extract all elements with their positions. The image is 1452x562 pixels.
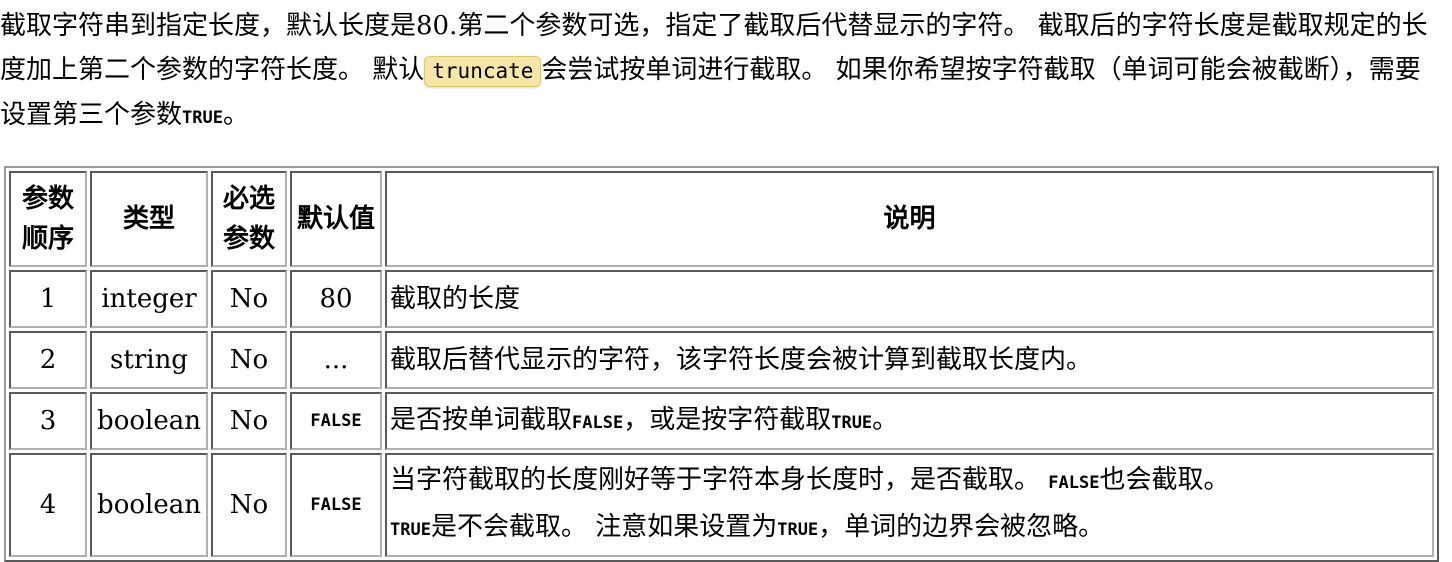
cell-type: integer bbox=[90, 270, 208, 328]
desc-text: 当字符截取的长度刚好等于字符本身长度时，是否截取。 bbox=[390, 465, 1049, 495]
desc-text: 。 bbox=[872, 404, 899, 435]
cell-required: No bbox=[211, 270, 287, 328]
header-default: 默认值 bbox=[290, 171, 382, 267]
cell-order: 3 bbox=[9, 392, 87, 450]
truncate-code: truncate bbox=[424, 56, 542, 87]
header-type: 类型 bbox=[90, 171, 208, 267]
desc-text: 是不会截取。 注意如果设置为 bbox=[430, 512, 778, 542]
true-keyword: TRUE bbox=[182, 108, 223, 128]
desc-text: ，单词的边界会被忽略。 bbox=[818, 512, 1105, 542]
table-row: 4 boolean No FALSE 当字符截取的长度刚好等于字符本身长度时，是… bbox=[9, 453, 1434, 557]
cell-required: No bbox=[211, 331, 287, 389]
intro-paragraph: 截取字符串到指定长度，默认长度是80.第二个参数可选，指定了截取后代替显示的字符… bbox=[0, 4, 1445, 140]
table-header-row: 参数顺序 类型 必选参数 默认值 说明 bbox=[9, 171, 1434, 267]
cell-order: 1 bbox=[9, 270, 87, 328]
cell-default: FALSE bbox=[290, 453, 382, 557]
header-description: 说明 bbox=[385, 171, 1434, 267]
table-row: 2 string No ... 截取后替代显示的字符，该字符长度会被计算到截取长… bbox=[9, 331, 1434, 389]
false-keyword: FALSE bbox=[572, 412, 624, 433]
header-order: 参数顺序 bbox=[9, 171, 87, 267]
cell-default: 80 bbox=[290, 270, 382, 328]
cell-type: string bbox=[90, 331, 208, 389]
cell-default: FALSE bbox=[290, 392, 382, 450]
false-keyword: FALSE bbox=[1048, 473, 1100, 493]
cell-required: No bbox=[211, 453, 287, 557]
table-row: 3 boolean No FALSE 是否按单词截取FALSE，或是按字符截取T… bbox=[9, 392, 1434, 450]
cell-description: 是否按单词截取FALSE，或是按字符截取TRUE。 bbox=[385, 392, 1434, 450]
cell-description: 当字符截取的长度刚好等于字符本身长度时，是否截取。 FALSE也会截取。 TRUE… bbox=[385, 453, 1434, 557]
cell-description: 截取后替代显示的字符，该字符长度会被计算到截取长度内。 bbox=[385, 331, 1434, 389]
cell-required: No bbox=[211, 392, 287, 450]
header-required: 必选参数 bbox=[211, 171, 287, 267]
cell-description: 截取的长度 bbox=[385, 270, 1434, 328]
desc-text: ，或是按字符截取 bbox=[623, 404, 832, 435]
true-keyword: TRUE bbox=[390, 520, 431, 540]
cell-order: 4 bbox=[9, 453, 87, 557]
cell-order: 2 bbox=[9, 331, 87, 389]
params-table: 参数顺序 类型 必选参数 默认值 说明 1 integer No 80 截取的长… bbox=[4, 166, 1439, 562]
page: 截取字符串到指定长度，默认长度是80.第二个参数可选，指定了截取后代替显示的字符… bbox=[0, 0, 1452, 562]
true-keyword: TRUE bbox=[831, 412, 873, 433]
cell-type: boolean bbox=[90, 453, 208, 557]
intro-text-3: 。 bbox=[222, 100, 249, 130]
desc-text: 也会截取。 bbox=[1099, 465, 1230, 495]
params-table-wrapper: 参数顺序 类型 必选参数 默认值 说明 1 integer No 80 截取的长… bbox=[4, 166, 1439, 562]
true-keyword: TRUE bbox=[777, 520, 819, 540]
table-row: 1 integer No 80 截取的长度 bbox=[9, 270, 1434, 328]
desc-text: 是否按单词截取 bbox=[390, 404, 573, 435]
cell-default: ... bbox=[290, 331, 382, 389]
cell-type: boolean bbox=[90, 392, 208, 450]
